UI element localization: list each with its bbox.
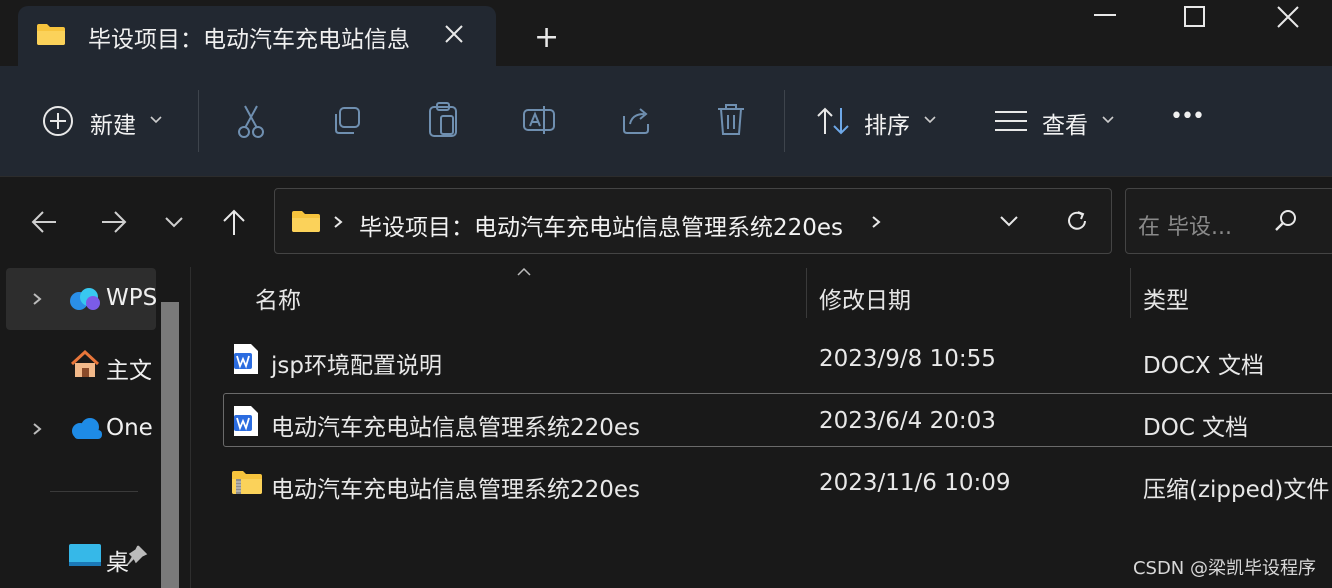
sort-ascending-icon	[517, 268, 531, 276]
sidebar-scrollbar[interactable]	[161, 302, 179, 588]
share-icon[interactable]	[620, 104, 652, 136]
forward-arrow-icon[interactable]	[100, 208, 128, 236]
breadcrumb-chevron-icon[interactable]	[871, 215, 881, 229]
file-name: 电动汽车充电站信息管理系统220es	[271, 415, 641, 441]
more-options-button[interactable]: •••	[1170, 104, 1205, 129]
cut-icon[interactable]	[236, 104, 266, 138]
column-header-type[interactable]: 类型	[1143, 281, 1189, 315]
file-name: 电动汽车充电站信息管理系统220es	[271, 477, 641, 503]
watermark-text: CSDN @梁凯毕设程序	[1132, 558, 1316, 579]
close-tab-icon[interactable]	[444, 24, 464, 44]
file-type: DOCX 文档	[1143, 353, 1264, 379]
desktop-icon	[69, 544, 101, 566]
home-icon	[70, 349, 100, 377]
sidebar-item-label: 主文	[106, 358, 152, 384]
address-bar[interactable]: 毕设项目：电动汽车充电站信息管理系统220es	[274, 188, 1112, 254]
sidebar-item-wps[interactable]: WPS	[6, 268, 158, 330]
back-arrow-icon[interactable]	[30, 208, 58, 236]
column-header-date[interactable]: 修改日期	[819, 281, 911, 315]
column-divider[interactable]	[1130, 268, 1131, 318]
onedrive-cloud-icon	[72, 418, 102, 439]
file-date: 2023/6/4 20:03	[819, 408, 996, 434]
view-button[interactable]: 查看	[994, 104, 1124, 144]
folder-icon	[292, 211, 320, 232]
rename-icon[interactable]	[522, 104, 556, 136]
sidebar-item-desktop[interactable]: 桌	[6, 526, 156, 588]
column-header-name[interactable]: 名称	[255, 281, 301, 315]
zip-folder-icon	[232, 471, 262, 494]
sort-label: 排序	[864, 113, 910, 139]
close-window-icon[interactable]	[1277, 6, 1299, 28]
copy-icon[interactable]	[332, 106, 362, 136]
view-list-icon	[995, 111, 1027, 131]
plus-circle-icon	[43, 106, 73, 136]
search-placeholder: 在 毕设...	[1138, 215, 1232, 240]
expand-chevron-icon[interactable]	[32, 292, 42, 306]
word-document-icon	[234, 344, 258, 374]
column-divider[interactable]	[806, 268, 807, 318]
file-type: DOC 文档	[1143, 415, 1249, 441]
recent-locations-icon[interactable]	[164, 216, 184, 228]
sidebar-divider	[50, 491, 138, 492]
new-button[interactable]: 新建	[40, 104, 180, 144]
paste-icon[interactable]	[428, 102, 458, 138]
view-label: 查看	[1042, 113, 1088, 139]
chevron-down-icon	[1102, 116, 1114, 124]
new-tab-button[interactable]: +	[534, 20, 559, 55]
expand-chevron-icon[interactable]	[32, 422, 42, 436]
maximize-icon[interactable]	[1184, 6, 1206, 28]
table-row[interactable]: 电动汽车充电站信息管理系统220es 2023/11/6 10:09 压缩(zi…	[223, 455, 1332, 511]
search-box[interactable]: 在 毕设...	[1125, 188, 1332, 254]
search-icon[interactable]	[1274, 209, 1298, 233]
sidebar-item-onedrive[interactable]: One	[6, 398, 156, 460]
table-row[interactable]: jsp环境配置说明 2023/9/8 10:55 DOCX 文档	[223, 331, 1332, 387]
new-label: 新建	[90, 113, 136, 139]
active-tab[interactable]: 毕设项目：电动汽车充电站信息	[18, 6, 496, 68]
refresh-icon[interactable]	[1065, 209, 1089, 233]
breadcrumb-folder[interactable]: 毕设项目：电动汽车充电站信息管理系统220es	[359, 208, 843, 242]
sidebar-item-home[interactable]: 主文	[6, 334, 156, 396]
toolbar-divider	[198, 90, 199, 152]
word-document-icon	[234, 406, 258, 436]
pane-divider[interactable]	[190, 267, 191, 588]
file-date: 2023/11/6 10:09	[819, 470, 1011, 496]
toolbar-divider	[784, 90, 785, 152]
chevron-down-icon	[150, 116, 162, 124]
sort-button[interactable]: 排序	[816, 104, 946, 144]
minimize-icon[interactable]	[1094, 14, 1116, 18]
up-arrow-icon[interactable]	[220, 208, 248, 236]
chevron-down-icon	[924, 116, 936, 124]
command-bar	[0, 66, 1332, 177]
address-history-chevron-icon[interactable]	[999, 215, 1019, 227]
delete-icon[interactable]	[716, 102, 746, 138]
folder-icon	[37, 24, 65, 45]
pin-icon	[126, 545, 148, 566]
file-type: 压缩(zipped)文件	[1143, 477, 1330, 503]
file-date: 2023/9/8 10:55	[819, 346, 996, 372]
table-row[interactable]: 电动汽车充电站信息管理系统220es 2023/6/4 20:03 DOC 文档	[223, 393, 1332, 449]
sort-icon	[817, 107, 849, 135]
sidebar-item-label: WPS	[106, 285, 158, 311]
wps-cloud-icon	[70, 288, 100, 310]
sidebar-item-label: One	[106, 415, 153, 441]
breadcrumb-chevron-icon	[334, 216, 343, 228]
tab-title: 毕设项目：电动汽车充电站信息	[88, 27, 410, 53]
file-name: jsp环境配置说明	[271, 353, 442, 379]
